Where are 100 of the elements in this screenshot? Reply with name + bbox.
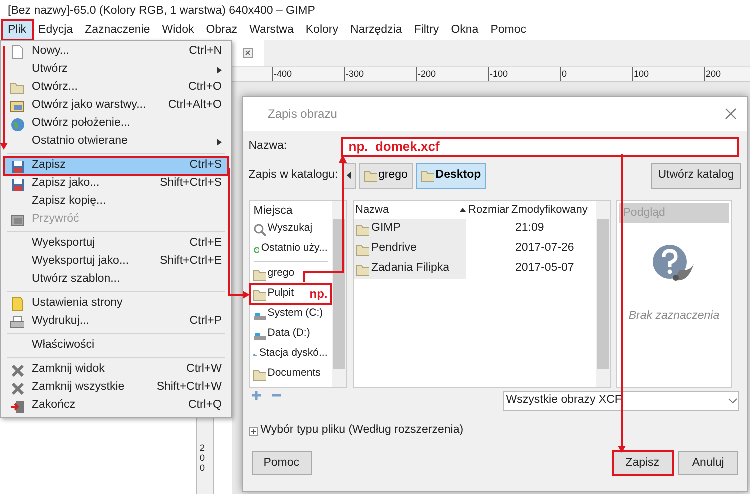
menu-item[interactable]: Otwórz... Ctrl+O	[4, 79, 228, 97]
place-label: grego	[268, 266, 295, 282]
menu-item[interactable]: Ustawienia strony	[4, 295, 228, 313]
menu-item[interactable]: Narzędzia	[344, 20, 408, 40]
image-tab[interactable]	[232, 40, 264, 66]
menu-item[interactable]: Okna	[445, 20, 485, 40]
preview-status: Brak zaznaczenia	[628, 308, 721, 324]
dialog-button[interactable]: Zapisz	[612, 451, 673, 476]
menu-item[interactable]: Pomoc	[484, 20, 532, 40]
page-icon	[10, 297, 24, 311]
scrollbar[interactable]	[596, 201, 610, 387]
menu-item[interactable]: Ostatnio otwierane	[4, 133, 228, 151]
ruler-label: 100	[632, 67, 650, 81]
file-row[interactable]: Pendrive	[354, 239, 466, 259]
create-folder-button[interactable]: Utwórz katalog	[651, 162, 742, 188]
ruler-label: 0	[560, 67, 568, 81]
name-field[interactable]: np. domek.xcf	[340, 136, 739, 157]
shortcut-label: Ctrl+Q	[188, 398, 222, 414]
menu-item[interactable]: Edycja	[32, 20, 80, 40]
close-icon	[243, 48, 253, 58]
menu-item[interactable]: Zamknij wszystkie Shift+Ctrl+W	[4, 379, 228, 397]
shortcut-label: Ctrl+S	[190, 158, 222, 174]
menu-item[interactable]: Kolory	[300, 20, 344, 40]
ruler-label: -200	[416, 67, 436, 81]
dialog-title: Zapis obrazu	[268, 106, 338, 123]
place-item[interactable]: Wyszukaj	[250, 219, 331, 239]
menu-item[interactable]: Zapisz kopię...	[4, 193, 228, 211]
place-label: Documents	[268, 366, 321, 382]
image-icon	[10, 99, 24, 113]
place-item[interactable]: Documents	[250, 364, 331, 384]
place-item[interactable]: Pulpit np.	[250, 284, 331, 304]
folder-icon	[252, 368, 266, 380]
menu-item[interactable]: Wyeksportuj Ctrl+E	[4, 235, 228, 253]
folder-icon	[252, 288, 266, 300]
place-label: Pulpit	[268, 286, 294, 302]
menu-item[interactable]: Filtry	[408, 20, 446, 40]
menu-item[interactable]: Utwórz szablon...	[4, 271, 228, 289]
place-item[interactable]: grego	[250, 264, 331, 284]
menu-item[interactable]: Zaznaczenie	[79, 20, 156, 40]
place-item[interactable]: System (C:)	[250, 304, 331, 324]
place-label: Wyszukaj	[268, 221, 313, 236]
place-item[interactable]: Ostatnio uży...	[250, 239, 331, 259]
menu-label: Wyeksportuj jako...	[32, 254, 130, 270]
place-item[interactable]: Data (D:)	[250, 324, 331, 344]
sort-arrow-icon	[460, 208, 466, 212]
printer-icon	[10, 315, 24, 329]
scrollbar[interactable]	[332, 201, 346, 387]
column-header[interactable]: Zmodyfikowany	[510, 202, 588, 218]
menu-item[interactable]: Zamknij widok Ctrl+W	[4, 361, 228, 379]
menu-item[interactable]: Zakończ Ctrl+Q	[4, 397, 228, 415]
close-icon	[10, 381, 24, 395]
path-button[interactable]: grego	[358, 162, 413, 188]
menu-label: Zapisz	[32, 158, 67, 174]
menu-label: Zakończ	[32, 398, 76, 414]
menu-item[interactable]: Utwórz	[4, 61, 228, 79]
column-header[interactable]: Rozmiar	[466, 202, 510, 218]
field-label: Nazwa:	[248, 139, 288, 154]
file-row[interactable]: Zadania Filipka	[354, 259, 466, 279]
menu-item[interactable]: Obraz	[200, 20, 244, 40]
path-button[interactable]: Desktop	[416, 162, 486, 188]
menu-item[interactable]: Plik	[2, 20, 33, 40]
menu-item[interactable]: Warstwa	[244, 20, 300, 40]
shortcut-label: Ctrl+W	[186, 362, 222, 378]
menu-item[interactable]: Wyeksportuj jako... Shift+Ctrl+E	[4, 253, 228, 271]
floppy-icon	[10, 159, 24, 173]
menu-item[interactable]: Zapisz jako... Shift+Ctrl+S	[4, 175, 228, 193]
shortcut-label: Ctrl+P	[190, 314, 222, 330]
folder-icon	[356, 222, 368, 236]
menu-item[interactable]: Otwórz położenie...	[4, 115, 228, 133]
folder-icon	[420, 169, 434, 182]
menu-item[interactable]: Wydrukuj... Ctrl+P	[4, 313, 228, 331]
filter-dropdown[interactable]: Wszystkie obrazy XCF	[503, 390, 740, 411]
file-type-expander[interactable]: Wybór typu pliku (Według rozszerzenia)	[248, 422, 464, 440]
menu-item[interactable]: Nowy... Ctrl+N	[4, 43, 228, 61]
chevron-down-icon	[728, 398, 738, 404]
shortcut-label: Ctrl+O	[188, 80, 222, 96]
place-label: System (C:)	[268, 306, 324, 322]
menu-label: Ustawienia strony	[32, 296, 124, 312]
menu-label: Otwórz położenie...	[32, 116, 132, 132]
place-item[interactable]: Stacja dyskó...	[250, 344, 331, 364]
menu-item[interactable]: Właściwości	[4, 337, 228, 355]
ruler-label: -100	[488, 67, 508, 81]
place-label: Data (D:)	[268, 326, 310, 342]
place-label: Stacja dyskó...	[259, 346, 328, 362]
shortcut-label: Shift+Ctrl+W	[156, 380, 222, 396]
menu-label: Nowy...	[32, 44, 70, 60]
dialog-button[interactable]: Pomoc	[252, 451, 312, 476]
menu-label: Zapisz jako...	[32, 176, 101, 192]
annotation-text: np.	[310, 286, 328, 303]
shortcut-label: Ctrl+Alt+O	[168, 98, 222, 114]
expander-label: Wybór typu pliku (Według rozszerzenia)	[260, 423, 464, 438]
file-row[interactable]: GIMP	[354, 219, 466, 239]
menu-item[interactable]: Otwórz jako warstwy... Ctrl+Alt+O	[4, 97, 228, 115]
menu-item[interactable]: Zapisz Ctrl+S	[4, 157, 228, 175]
menu-item[interactable]: Widok	[156, 20, 200, 40]
add-icon	[252, 390, 261, 400]
column-header[interactable]: Nazwa	[356, 202, 456, 218]
ruler-label: 200	[200, 444, 206, 474]
menu-label: Ostatnio otwierane	[32, 134, 129, 150]
dialog-button[interactable]: Anuluj	[678, 451, 738, 476]
